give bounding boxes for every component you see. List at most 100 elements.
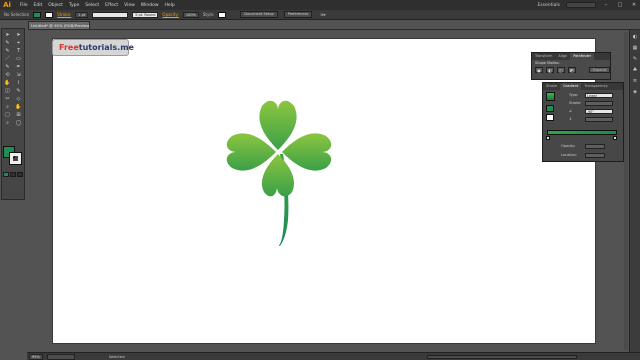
opacity-field[interactable]: 100% [182,11,199,18]
layers-panel-icon[interactable]: ◈ [632,89,639,96]
tab-pathfinder[interactable]: Pathfinder [570,53,595,60]
stroke-color-swatch[interactable] [9,152,22,165]
gradient-type-select[interactable]: Linear [585,92,613,98]
gradient-stroke-swatch[interactable] [546,114,554,121]
gradient-panel: Stroke Gradient Transparency Type: Linea… [542,82,624,162]
variable-width-select[interactable] [92,11,129,18]
clover-leaf-right [282,133,332,171]
gradient-angle-row: ∠ -90° [569,108,613,114]
stroke-gradient-options[interactable] [585,100,613,106]
workspace-switcher[interactable]: Essentials [537,3,560,8]
swatches-panel-icon[interactable]: ▦ [632,45,639,52]
menu-type[interactable]: Type [69,3,79,8]
mesh-tool-icon[interactable]: ◇ [13,95,24,103]
gradient-stop-end[interactable] [613,136,617,140]
width-tool-icon[interactable]: ✋ [2,79,13,87]
style-label: Style: [202,12,215,17]
lasso-tool-icon[interactable]: ⌖ [13,39,24,47]
menu-view[interactable]: View [124,3,135,8]
magic-wand-tool-icon[interactable]: ✎ [2,39,13,47]
tab-transform[interactable]: Transform [532,53,555,60]
menu-effect[interactable]: Effect [105,3,118,8]
tab-align[interactable]: Align [555,53,570,60]
current-tool-status: Selection [108,354,125,359]
brushes-panel-icon[interactable]: ✎ [632,56,639,63]
artboard-tool-icon[interactable]: □ [2,111,13,119]
symbols-panel-icon[interactable]: ♣ [632,67,639,74]
opacity-link[interactable]: Opacity: [162,12,178,17]
brush-profile-select[interactable]: 5 pt. Round [132,11,159,18]
rotate-tool-icon[interactable]: ⟲ [2,71,13,79]
four-leaf-clover-artwork[interactable] [220,92,340,252]
menu-select[interactable]: Select [85,3,99,8]
rectangle-tool-icon[interactable]: ▭ [13,55,24,63]
zoom-tool-icon[interactable]: ⌕ [2,119,13,127]
menu-window[interactable]: Window [141,3,159,8]
intersect-button[interactable]: ◫ [556,67,565,73]
type-tool-icon[interactable]: T [13,47,24,55]
document-tab[interactable]: Untitled* @ 95% (RGB/Preview) [28,21,90,29]
arrange-icon[interactable]: ⊞▾ [320,12,325,17]
selection-tool-icon[interactable]: ➤ [2,31,13,39]
stroke-weight-select[interactable]: 1 pt [75,11,89,18]
stroke-swatch[interactable] [45,11,54,18]
tab-gradient[interactable]: Gradient [560,83,582,90]
direct-selection-tool-icon[interactable]: ➤ [13,31,24,39]
color-mode-button[interactable] [3,172,9,177]
close-icon[interactable]: ✕ [630,2,638,8]
style-swatch[interactable] [218,11,227,18]
menu-object[interactable]: Object [48,3,63,8]
gradient-mode-button[interactable] [10,172,16,177]
watermark-text: Freetutorials.me [59,43,134,52]
unite-button[interactable]: ▣ [535,67,543,73]
menu-edit[interactable]: Edit [34,3,43,8]
exclude-button[interactable]: ◩ [567,67,576,73]
stop-opacity-field[interactable] [585,143,605,149]
artboard-nav[interactable] [46,353,75,360]
gradient-aspect-field[interactable] [585,116,613,122]
paintbrush-tool-icon[interactable]: ✎ [2,63,13,71]
blend-tool-icon[interactable]: ◯ [13,119,24,127]
scale-tool-icon[interactable]: ⇲ [13,71,24,79]
gradient-fill-swatch[interactable] [546,105,554,112]
stroke-link[interactable]: Stroke: [57,12,71,17]
slice-tool-icon[interactable]: ⊞ [13,111,24,119]
fill-stroke-control[interactable] [3,146,23,166]
minus-front-button[interactable]: ◧ [545,67,554,73]
minimize-icon[interactable]: – [602,2,610,8]
help-search-input[interactable] [566,2,596,8]
tab-transparency[interactable]: Transparency [581,83,610,90]
scissors-tool-icon[interactable]: ✂ [2,95,13,103]
eyedropper-tool-icon[interactable]: ⌕ [2,103,13,111]
fill-swatch[interactable] [33,11,42,18]
status-bar: 95% Selection [27,352,640,360]
gradient-angle-field[interactable]: -90° [585,108,613,114]
type-label: Type: [569,93,579,97]
menu-file[interactable]: File [20,3,28,8]
gradient-preview-thumbnail[interactable] [546,92,555,101]
gradient-slider[interactable] [547,130,617,135]
menu-help[interactable]: Help [165,3,175,8]
pencil-tool-icon[interactable]: ✒ [13,63,24,71]
expand-button[interactable]: Expand [588,67,610,73]
shape-builder-tool-icon[interactable]: ◫ [2,87,13,95]
warp-tool-icon[interactable]: ⌇ [13,79,24,87]
zoom-select[interactable]: 95% [29,353,43,360]
color-panel-icon[interactable]: ◐ [632,34,639,41]
document-setup-button[interactable]: Document Setup [240,11,278,18]
gradient-stroke-row: Stroke: [569,100,613,106]
hand-tool-icon[interactable]: ✋ [13,103,24,111]
stop-location-field[interactable] [585,152,605,158]
preferences-button[interactable]: Preferences [283,11,313,18]
none-mode-button[interactable] [17,172,23,177]
stroke-panel-icon[interactable]: ≡ [632,78,639,85]
horizontal-scrollbar[interactable] [427,355,577,359]
perspective-tool-icon[interactable]: ✎ [13,87,24,95]
gradient-stop-start[interactable] [546,136,550,140]
line-tool-icon[interactable]: ／ [2,55,13,63]
pathfinder-panel: Transform Align Pathfinder Shape Modes: … [531,52,611,80]
vertical-scrollbar[interactable] [624,32,628,350]
tab-stroke[interactable]: Stroke [543,83,560,90]
maximize-icon[interactable]: □ [616,2,624,8]
pen-tool-icon[interactable]: ✎ [2,47,13,55]
